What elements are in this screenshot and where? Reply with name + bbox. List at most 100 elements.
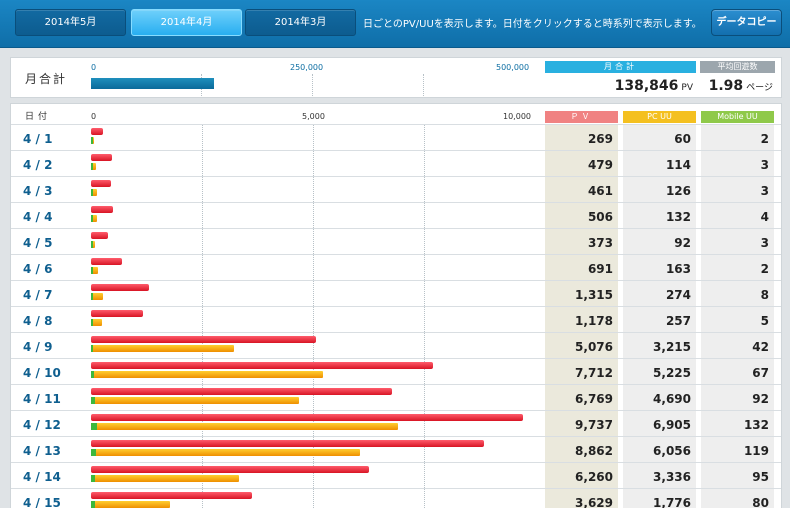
monthly-axis-tick: 0 — [91, 63, 97, 72]
date-link[interactable]: 4 / 1 — [23, 132, 52, 146]
tab-2014-04[interactable]: 2014年4月 — [131, 9, 242, 36]
tab-2014-05[interactable]: 2014年5月 — [15, 9, 126, 36]
pc-uu-value: 5,225 — [653, 366, 691, 380]
date-link[interactable]: 4 / 6 — [23, 262, 52, 276]
pc-uu-bar — [91, 397, 300, 404]
mobile-uu-bar — [91, 137, 93, 144]
pc-uu-value: 60 — [674, 132, 691, 146]
table-row: 4 / 4 506 132 4 — [11, 202, 781, 228]
pv-value: 373 — [587, 236, 613, 250]
pv-bar — [91, 180, 112, 187]
mobile-uu-value: 119 — [743, 444, 769, 458]
date-link[interactable]: 4 / 12 — [23, 418, 61, 432]
pc-uu-value: 3,215 — [653, 340, 691, 354]
mobile-uu-bar — [91, 267, 93, 274]
pv-bar — [91, 258, 122, 265]
pv-column-header: ＰＶ — [545, 111, 618, 123]
mobile-uu-bar — [91, 475, 96, 482]
data-copy-button[interactable]: データコピー — [711, 9, 782, 36]
pv-unit: PV — [681, 83, 693, 93]
table-row: 4 / 1 269 60 2 — [11, 124, 781, 150]
mobile-uu-value: 3 — [760, 158, 769, 172]
pc-uu-bar — [91, 423, 398, 430]
date-link[interactable]: 4 / 14 — [23, 470, 61, 484]
pc-uu-value: 132 — [665, 210, 691, 224]
mobile-uu-bar — [91, 319, 93, 326]
pc-uu-bar — [91, 449, 360, 456]
pv-bar — [91, 284, 150, 291]
date-link[interactable]: 4 / 11 — [23, 392, 61, 406]
mobile-uu-value: 132 — [743, 418, 769, 432]
mobile-uu-value: 80 — [752, 496, 769, 508]
mobile-uu-value: 67 — [752, 366, 769, 380]
pages-unit: ページ — [746, 83, 773, 93]
date-link[interactable]: 4 / 8 — [23, 314, 52, 328]
pv-bar — [91, 466, 369, 473]
pv-value: 1,178 — [575, 314, 613, 328]
daily-axis-tick: 5,000 — [302, 112, 325, 121]
tab-2014-03[interactable]: 2014年3月 — [245, 9, 356, 36]
mobile-uu-bar — [91, 241, 93, 248]
date-link[interactable]: 4 / 7 — [23, 288, 52, 302]
pv-value: 9,737 — [575, 418, 613, 432]
pc-uu-value: 4,690 — [653, 392, 691, 406]
pv-value: 7,712 — [575, 366, 613, 380]
date-link[interactable]: 4 / 13 — [23, 444, 61, 458]
pc-uu-value: 274 — [665, 288, 691, 302]
pc-uu-bar — [91, 501, 170, 508]
top-bar: 2014年5月 2014年4月 2014年3月 日ごとのPV/UUを表示します。… — [0, 0, 790, 48]
mobile-uu-bar — [91, 371, 94, 378]
pv-value: 6,260 — [575, 470, 613, 484]
date-link[interactable]: 4 / 10 — [23, 366, 61, 380]
average-pages-header: 平均回遊数 — [700, 61, 775, 73]
date-link[interactable]: 4 / 4 — [23, 210, 52, 224]
pv-value: 6,769 — [575, 392, 613, 406]
pv-bar — [91, 310, 144, 317]
pv-bar — [91, 440, 485, 447]
daily-axis-tick: 10,000 — [503, 112, 531, 121]
date-link[interactable]: 4 / 15 — [23, 496, 61, 508]
average-pages-value: 1.98 — [708, 78, 744, 94]
pv-value: 691 — [587, 262, 613, 276]
monthly-grid-line — [312, 74, 313, 96]
date-link[interactable]: 4 / 2 — [23, 158, 52, 172]
date-column-header: 日付 — [25, 112, 52, 122]
table-row: 4 / 13 8,862 6,056 119 — [11, 436, 781, 462]
mobile-uu-value: 95 — [752, 470, 769, 484]
table-row: 4 / 15 3,629 1,776 80 — [11, 488, 781, 508]
mobile-uu-column-header: Mobile UU — [701, 111, 774, 123]
mobile-uu-bar — [91, 345, 93, 352]
mobile-uu-value: 4 — [760, 210, 769, 224]
monthly-total-label: 月合計 — [25, 72, 68, 86]
mobile-uu-bar — [91, 163, 93, 170]
daily-table: 日付 0 5,000 10,000 ＰＶ PC UU Mobile UU 4 /… — [10, 103, 782, 508]
date-link[interactable]: 4 / 9 — [23, 340, 52, 354]
table-row: 4 / 9 5,076 3,215 42 — [11, 332, 781, 358]
mobile-uu-value: 8 — [760, 288, 769, 302]
pc-uu-bar — [91, 475, 240, 482]
monthly-pv-value: 138,846 — [614, 78, 679, 94]
pc-uu-value: 92 — [674, 236, 691, 250]
mobile-uu-bar — [91, 449, 97, 456]
table-row: 4 / 6 691 163 2 — [11, 254, 781, 280]
pv-bar — [91, 128, 103, 135]
date-link[interactable]: 4 / 3 — [23, 184, 52, 198]
pc-uu-value: 114 — [665, 158, 691, 172]
mobile-uu-value: 92 — [752, 392, 769, 406]
monthly-axis-tick: 250,000 — [290, 63, 324, 72]
table-row: 4 / 5 373 92 3 — [11, 228, 781, 254]
monthly-sum-header: 月合計 — [545, 61, 696, 73]
mobile-uu-value: 5 — [760, 314, 769, 328]
pv-value: 5,076 — [575, 340, 613, 354]
monthly-pv-bar — [91, 78, 215, 89]
monthly-total-chart: 0 250,000 500,000 — [91, 58, 539, 97]
daily-axis-tick: 0 — [91, 112, 97, 121]
date-link[interactable]: 4 / 5 — [23, 236, 52, 250]
mobile-uu-value: 3 — [760, 236, 769, 250]
pc-uu-value: 6,905 — [653, 418, 691, 432]
pv-bar — [91, 492, 253, 499]
pc-uu-value: 3,336 — [653, 470, 691, 484]
pv-value: 8,862 — [575, 444, 613, 458]
mobile-uu-bar — [91, 423, 97, 430]
pv-value: 1,315 — [575, 288, 613, 302]
